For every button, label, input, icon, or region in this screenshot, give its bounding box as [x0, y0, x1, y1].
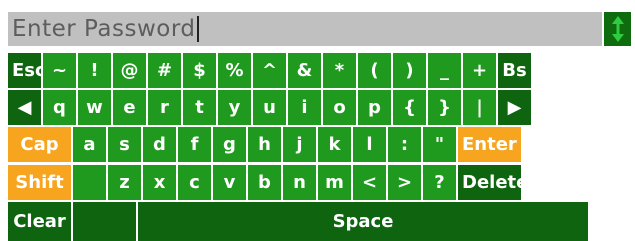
key-q[interactable]: q — [43, 90, 76, 125]
up-down-arrow-icon — [611, 16, 624, 42]
key-clear[interactable]: Clear — [8, 202, 71, 241]
key-close-paren[interactable]: ) — [393, 53, 426, 88]
key-greater-than[interactable]: > — [388, 165, 421, 200]
key-d[interactable]: d — [143, 127, 176, 162]
key-plus[interactable]: + — [463, 53, 496, 88]
key-n[interactable]: n — [283, 165, 316, 200]
key-exclamation[interactable]: ! — [78, 53, 111, 88]
key-delete[interactable]: Delete — [458, 165, 528, 200]
key-h[interactable]: h — [248, 127, 281, 162]
key-backspace[interactable]: Bs — [498, 53, 531, 88]
key-at[interactable]: @ — [113, 53, 146, 88]
key-close-brace[interactable]: } — [428, 90, 461, 125]
key-j[interactable]: j — [283, 127, 316, 162]
key-open-paren[interactable]: ( — [358, 53, 391, 88]
key-esc[interactable]: Esc — [8, 53, 46, 88]
key-o[interactable]: o — [323, 90, 356, 125]
keyboard-row-3: Cap a s d f g h j k l : " Enter — [8, 127, 523, 162]
key-p[interactable]: p — [358, 90, 391, 125]
key-asterisk[interactable]: * — [323, 53, 356, 88]
text-caret — [197, 16, 200, 42]
key-hash[interactable]: # — [148, 53, 181, 88]
key-shift[interactable]: Shift — [8, 165, 71, 200]
key-k[interactable]: k — [318, 127, 351, 162]
key-open-brace[interactable]: { — [393, 90, 426, 125]
key-tilde[interactable]: ~ — [43, 53, 76, 88]
key-quote[interactable]: " — [423, 127, 456, 162]
key-e[interactable]: e — [113, 90, 146, 125]
key-caps[interactable]: Cap — [8, 127, 71, 162]
key-dollar[interactable]: $ — [183, 53, 216, 88]
key-u[interactable]: u — [253, 90, 286, 125]
password-input[interactable]: Enter Password — [8, 12, 602, 46]
key-question[interactable]: ? — [423, 165, 456, 200]
key-ampersand[interactable]: & — [288, 53, 321, 88]
key-enter[interactable]: Enter — [458, 127, 521, 162]
key-space[interactable]: Space — [138, 202, 588, 241]
key-colon[interactable]: : — [388, 127, 421, 162]
virtual-keyboard: Enter Password Esc ~ ! @ # $ % ^ & * ( )… — [0, 0, 635, 241]
keyboard-row-4: Shift z x c v b n m < > ? Delete — [8, 165, 528, 200]
key-c[interactable]: c — [178, 165, 211, 200]
keyboard-row-1: Esc ~ ! @ # $ % ^ & * ( ) _ + Bs — [8, 53, 533, 88]
key-w[interactable]: w — [78, 90, 111, 125]
key-cursor-right[interactable]: ▶ — [498, 90, 531, 125]
key-pipe[interactable]: | — [463, 90, 496, 125]
key-percent[interactable]: % — [218, 53, 251, 88]
password-placeholder: Enter Password — [12, 16, 196, 42]
key-x[interactable]: x — [143, 165, 176, 200]
key-less-than[interactable]: < — [353, 165, 386, 200]
key-blank[interactable] — [73, 165, 106, 200]
key-f[interactable]: f — [178, 127, 211, 162]
key-v[interactable]: v — [213, 165, 246, 200]
key-i[interactable]: i — [288, 90, 321, 125]
key-m[interactable]: m — [318, 165, 351, 200]
key-z[interactable]: z — [108, 165, 141, 200]
key-l[interactable]: l — [353, 127, 386, 162]
key-s[interactable]: s — [108, 127, 141, 162]
key-cursor-left[interactable]: ◀ — [8, 90, 41, 125]
key-t[interactable]: t — [183, 90, 216, 125]
key-r[interactable]: r — [148, 90, 181, 125]
key-caret[interactable]: ^ — [253, 53, 286, 88]
resize-arrow-button[interactable] — [604, 12, 631, 46]
key-y[interactable]: y — [218, 90, 251, 125]
keyboard-row-2: ◀ q w e r t y u i o p { } | ▶ — [8, 90, 533, 125]
key-underscore[interactable]: _ — [428, 53, 461, 88]
key-a[interactable]: a — [73, 127, 106, 162]
keyboard-row-5: Clear Space — [8, 202, 590, 241]
key-b[interactable]: b — [248, 165, 281, 200]
key-blank-bottom[interactable] — [73, 202, 136, 241]
key-g[interactable]: g — [213, 127, 246, 162]
